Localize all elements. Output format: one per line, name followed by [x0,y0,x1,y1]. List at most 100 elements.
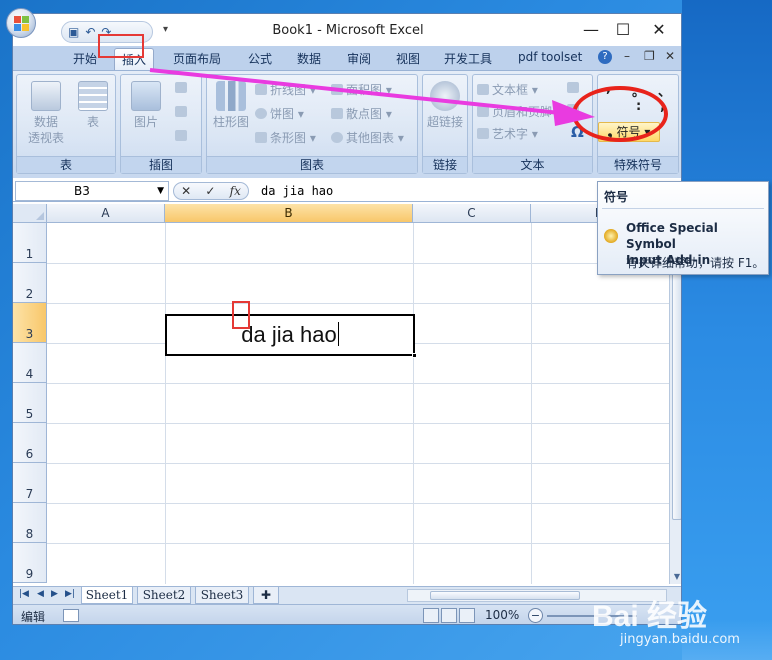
column-chart-label: 柱形图 [212,115,249,129]
worksheet-grid[interactable]: A B C D 1 2 3 4 5 6 7 8 9 da jia hao [13,204,669,584]
tooltip-divider [602,208,764,209]
tab-data[interactable]: 数据 [297,50,321,67]
row-header-2[interactable]: 2 [13,263,47,303]
close-button[interactable]: ✕ [637,20,681,39]
name-box-dropdown-icon[interactable]: ▼ [157,182,164,200]
shapes-icon[interactable] [175,105,190,119]
sheet-tab-sheet1[interactable]: Sheet1 [81,587,133,604]
tab-view[interactable]: 视图 [396,50,420,67]
bar-chart-label: 条形图 [270,131,307,145]
page-break-view-icon[interactable] [459,608,475,623]
last-sheet-icon[interactable]: ▶| [65,589,75,599]
help-icon[interactable]: ? [598,50,612,64]
zoom-out-icon[interactable]: − [528,608,543,623]
next-sheet-icon[interactable]: ▶ [51,589,58,599]
header-footer-button[interactable]: 页眉和页脚 [477,103,552,120]
area-chart-icon [331,84,343,95]
tab-review[interactable]: 审阅 [347,50,371,67]
row-header-4[interactable]: 4 [13,343,47,383]
gridline [47,543,669,544]
table-button[interactable]: 表 [75,81,111,130]
row-header-1[interactable]: 1 [13,223,47,263]
tab-formulas[interactable]: 公式 [248,50,272,67]
other-charts-label: 其他图表 [346,131,395,145]
name-box-value: B3 [74,184,90,198]
textbox-icon [477,84,489,95]
row-header-6[interactable]: 6 [13,423,47,463]
scatter-chart-button[interactable]: 散点图 ▾ [331,105,392,122]
signature-icon[interactable] [567,81,582,95]
tab-pdf-toolset[interactable]: pdf toolset [518,50,582,64]
ribbon-minimize-icon[interactable]: – [624,49,630,63]
line-chart-icon [255,84,267,95]
active-cell-b3[interactable]: da jia hao [165,314,417,358]
ribbon-restore-icon[interactable]: ❐ [644,49,655,63]
pivot-table-button[interactable]: 数据 透视表 [21,81,71,146]
gridline [47,423,669,424]
row-header-7[interactable]: 7 [13,463,47,503]
sheet-tab-sheet3[interactable]: Sheet3 [195,587,249,604]
page-layout-view-icon[interactable] [441,608,457,623]
enter-icon[interactable]: ✓ [205,184,215,198]
tooltip-line1: Office Special Symbol [626,221,718,251]
bar-chart-icon [255,132,267,143]
column-header-b[interactable]: B [165,204,413,223]
cancel-icon[interactable]: ✕ [181,184,191,198]
pie-chart-button[interactable]: 饼图 ▾ [255,105,304,122]
hyperlink-label: 超链接 [426,115,463,129]
prev-sheet-icon[interactable]: ◀ [37,589,44,599]
textbox-button[interactable]: 文本框 ▾ [477,81,538,98]
bar-chart-button[interactable]: 条形图 ▾ [255,129,316,146]
macro-record-icon[interactable] [63,609,79,622]
column-chart-button[interactable]: 柱形图 [211,81,251,130]
row-header-8[interactable]: 8 [13,503,47,543]
pivot-table-icon [31,81,61,111]
line-chart-button[interactable]: 折线图 ▾ [255,81,316,98]
sheet-tab-sheet2[interactable]: Sheet2 [137,587,191,604]
tab-home[interactable]: 开始 [73,50,97,67]
gridline [47,263,669,264]
smartart-icon[interactable] [175,129,190,143]
ribbon-close-icon[interactable]: ✕ [665,49,675,63]
picture-button[interactable]: 图片 [127,81,165,130]
column-header-a[interactable]: A [47,204,165,223]
area-chart-button[interactable]: 面积图 ▾ [331,81,392,98]
horizontal-scroll-thumb[interactable] [430,591,580,600]
tab-page-layout[interactable]: 页面布局 [173,50,221,67]
active-cell-text: da jia hao [241,322,339,347]
scroll-down-icon[interactable]: ▼ [670,570,681,584]
wordart-icon [477,128,489,139]
first-sheet-icon[interactable]: |◀ [19,589,29,599]
office-button[interactable] [6,8,36,38]
group-illustrations-label: 插图 [121,156,201,173]
pie-chart-icon [255,108,267,119]
gridline [47,463,669,464]
insert-sheet-icon[interactable]: ✚ [253,587,279,604]
wordart-button[interactable]: 艺术字 ▾ [477,125,538,142]
insert-function-icon[interactable]: fx [230,184,241,198]
fill-handle[interactable] [412,353,417,358]
group-table-label: 表 [17,156,115,173]
row-header-9[interactable]: 9 [13,543,47,583]
desktop-background [682,0,772,660]
other-charts-button[interactable]: 其他图表 ▾ [331,129,404,146]
scatter-chart-label: 散点图 [346,107,383,121]
column-header-c[interactable]: C [413,204,531,223]
normal-view-icon[interactable] [423,608,439,623]
symbol-tooltip: 符号 Office Special Symbol Input Add-in 有关… [597,181,769,275]
tab-developer[interactable]: 开发工具 [444,50,492,67]
picture-label: 图片 [133,115,158,129]
name-box[interactable]: B3 ▼ [15,181,169,201]
select-all-corner[interactable] [13,204,47,223]
row-header-3[interactable]: 3 [13,303,47,343]
zoom-level[interactable]: 100% [485,608,519,622]
addin-gear-icon [604,229,618,243]
hyperlink-icon [430,81,460,111]
row-header-5[interactable]: 5 [13,383,47,423]
hyperlink-button[interactable]: 超链接 [425,81,465,130]
clipart-icon[interactable] [175,81,190,95]
column-chart-icon [216,81,246,111]
enum-comma-symbol[interactable]: 、 [658,81,671,100]
group-charts-label: 图表 [207,156,417,173]
table-icon [78,81,108,111]
